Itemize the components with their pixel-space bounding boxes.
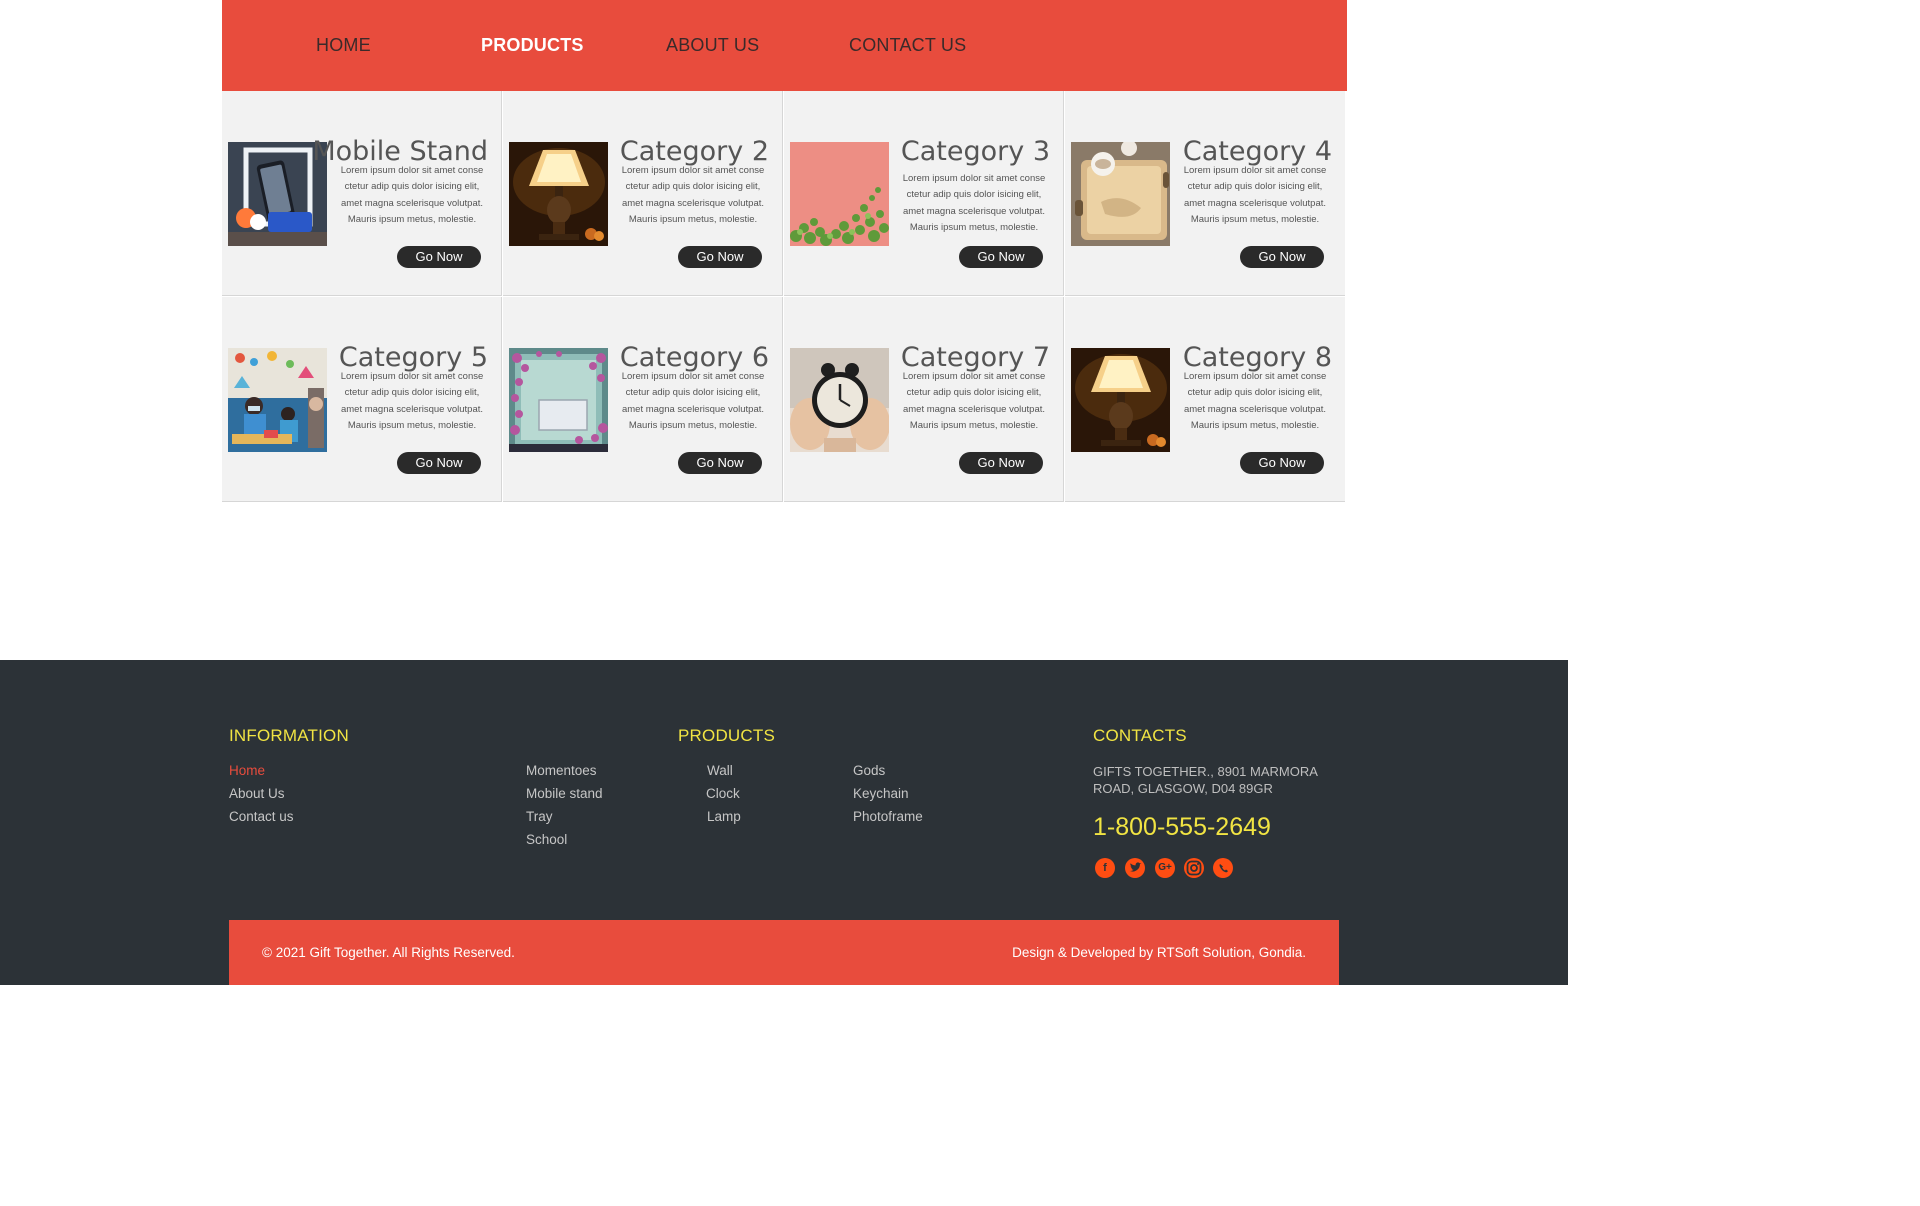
google-plus-icon[interactable]: G+ [1155,858,1175,878]
footer-product-link[interactable]: Mobile stand [526,786,603,801]
whatsapp-icon[interactable] [1213,858,1233,878]
top-navigation: HOME PRODUCTS ABOUT US CONTACT US [222,0,1347,91]
category-card: Category 7 Lorem ipsum dolor sit amet co… [784,297,1064,502]
footer-product-link[interactable]: Gods [853,763,885,778]
category-description: Lorem ipsum dolor sit amet conse ctetur … [1183,165,1327,225]
footer-product-link[interactable]: School [526,832,567,847]
copyright-bar: © 2021 Gift Together. All Rights Reserve… [229,920,1339,985]
category-card: Category 2 Lorem ipsum dolor sit amet co… [503,91,783,296]
tray-image[interactable] [1071,142,1170,246]
school-image[interactable] [228,348,327,452]
go-now-button[interactable]: Go Now [1240,452,1324,474]
nav-products[interactable]: PRODUCTS [481,35,584,56]
go-now-button[interactable]: Go Now [959,246,1043,268]
category-title: Category 3 [900,136,1050,167]
category-card: Category 8 Lorem ipsum dolor sit amet co… [1065,297,1345,502]
lamp-image[interactable] [1071,348,1170,452]
developer-credit: Design & Developed by RTSoft Solution, G… [1012,945,1306,960]
lamp-image[interactable] [509,142,608,246]
go-now-button[interactable]: Go Now [397,246,481,268]
category-description: Lorem ipsum dolor sit amet conse ctetur … [621,165,765,225]
footer-product-link[interactable]: Lamp [707,809,741,824]
category-card: Category 3 Lorem ipsum dolor sit amet co… [784,91,1064,296]
facebook-icon[interactable]: f [1095,858,1115,878]
footer-product-link[interactable]: Photoframe [853,809,923,824]
category-description: Lorem ipsum dolor sit amet conse ctetur … [902,173,1046,233]
nav-about-us[interactable]: ABOUT US [666,35,759,56]
go-now-button[interactable]: Go Now [959,452,1043,474]
photoframe-image[interactable] [509,348,608,452]
category-card: Category 5 Lorem ipsum dolor sit amet co… [222,297,502,502]
footer-product-link[interactable]: Keychain [853,786,909,801]
footer-link-about-us[interactable]: About Us [229,786,285,801]
footer-link-home[interactable]: Home [229,763,265,778]
contact-address: GIFTS TOGETHER., 8901 MARMORA ROAD, GLAS… [1093,764,1318,796]
instagram-icon[interactable] [1184,858,1204,878]
go-now-button[interactable]: Go Now [678,452,762,474]
clock-image[interactable] [790,348,889,452]
category-description: Lorem ipsum dolor sit amet conse ctetur … [340,165,484,225]
footer-product-link[interactable]: Momentoes [526,763,597,778]
go-now-button[interactable]: Go Now [678,246,762,268]
category-description: Lorem ipsum dolor sit amet conse ctetur … [621,371,765,431]
information-heading: INFORMATION [229,726,349,745]
footer-product-link[interactable]: Wall [707,763,733,778]
twitter-icon[interactable] [1125,858,1145,878]
category-card: Mobile Stand Lorem ipsum dolor sit amet … [222,91,502,296]
copyright-text: © 2021 Gift Together. All Rights Reserve… [262,945,515,960]
contacts-heading: CONTACTS [1093,726,1187,745]
category-description: Lorem ipsum dolor sit amet conse ctetur … [340,371,484,431]
category-card: Category 4 Lorem ipsum dolor sit amet co… [1065,91,1345,296]
footer-product-link[interactable]: Clock [706,786,740,801]
go-now-button[interactable]: Go Now [397,452,481,474]
nav-contact-us[interactable]: CONTACT US [849,35,966,56]
footer-link-contact-us[interactable]: Contact us [229,809,294,824]
category-description: Lorem ipsum dolor sit amet conse ctetur … [902,371,1046,431]
category-grid: Mobile Stand Lorem ipsum dolor sit amet … [222,91,1347,503]
nav-home[interactable]: HOME [316,35,371,56]
products-heading: PRODUCTS [678,726,775,745]
go-now-button[interactable]: Go Now [1240,246,1324,268]
wall-image[interactable] [790,142,889,246]
category-card: Category 6 Lorem ipsum dolor sit amet co… [503,297,783,502]
footer-product-link[interactable]: Tray [526,809,553,824]
category-description: Lorem ipsum dolor sit amet conse ctetur … [1183,371,1327,431]
contact-phone[interactable]: 1-800-555-2649 [1093,813,1271,842]
